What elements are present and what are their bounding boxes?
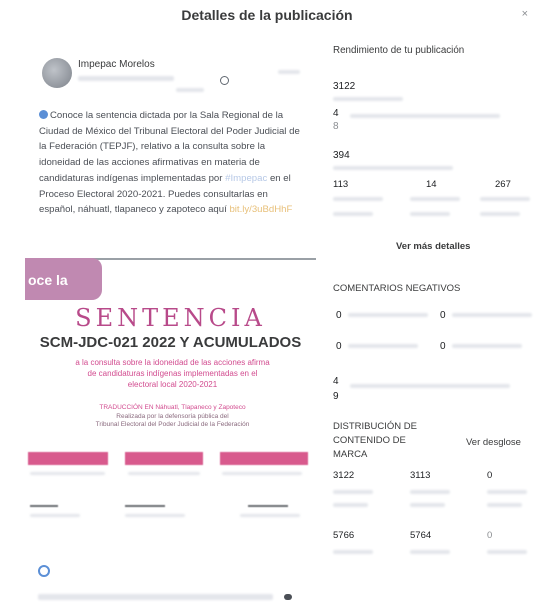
- interactions-sub-value: 8: [333, 121, 339, 132]
- share-icon[interactable]: [284, 594, 292, 600]
- negative-total-a: 4: [333, 376, 339, 387]
- branded-title-2: CONTENIDO DE: [333, 435, 406, 446]
- post-time-blurred: [176, 88, 204, 92]
- image-translation-2: Realizada por la defensoría pública del: [116, 413, 229, 420]
- negative-total-label-blurred: [350, 384, 510, 388]
- branded-label-blurred: [410, 490, 450, 494]
- negative-label-blurred: [452, 313, 532, 317]
- image-signature-line: [125, 505, 165, 507]
- branded-label-blurred: [487, 490, 527, 494]
- reaction-icon[interactable]: [38, 565, 50, 577]
- image-signature-line: [30, 505, 58, 507]
- stat-row-label-blurred: [480, 212, 520, 216]
- image-pill-banner: oce la: [25, 258, 102, 300]
- clicks-label-blurred: [333, 166, 453, 170]
- branded-label-blurred: [487, 550, 527, 554]
- image-blurred-text: [222, 472, 302, 475]
- stat-row-label-blurred: [333, 197, 383, 201]
- branded-label-blurred: [487, 503, 522, 507]
- image-blurred-text: [125, 514, 185, 517]
- post-link[interactable]: bit.ly/3uBdHhF: [229, 204, 292, 215]
- branded-label-blurred: [333, 490, 373, 494]
- post-text: Conoce la sentencia dictada por la Sala …: [39, 108, 301, 218]
- image-language-bar: [125, 452, 203, 465]
- reactions-bar-blurred: [38, 594, 273, 600]
- post-image[interactable]: [25, 262, 316, 532]
- branded-title-3: MARCA: [333, 449, 368, 460]
- branded-label-blurred: [410, 550, 450, 554]
- stat-row-value-3: 267: [495, 179, 511, 190]
- dialog-title: Detalles de la publicación: [181, 7, 353, 23]
- stat-row-label-blurred: [480, 197, 530, 201]
- stat-row-label-blurred: [410, 197, 460, 201]
- image-blurred-text: [30, 514, 80, 517]
- image-line-3: electoral local 2020-2021: [127, 380, 218, 389]
- negative-value: 0: [336, 310, 342, 321]
- interactions-label-blurred: [350, 114, 500, 118]
- stat-row-label-blurred: [410, 212, 450, 216]
- negative-value: 0: [440, 310, 446, 321]
- branded-title-1: DISTRIBUCIÓN DE: [333, 421, 417, 432]
- image-blurred-text: [240, 514, 300, 517]
- info-icon: [39, 110, 48, 119]
- hashtag-link[interactable]: #Impepac: [225, 173, 267, 184]
- image-signature-line: [248, 505, 288, 507]
- image-case-number: SCM-JDC-021 2022 Y ACUMULADOS: [39, 334, 302, 351]
- more-details-link[interactable]: Ver más detalles: [396, 241, 470, 252]
- interactions-value: 4: [333, 108, 339, 119]
- stat-row-value-2: 14: [426, 179, 437, 190]
- avatar[interactable]: [42, 58, 72, 88]
- negative-label-blurred: [452, 344, 522, 348]
- branded-label-blurred: [333, 503, 368, 507]
- negative-label-blurred: [348, 313, 428, 317]
- negative-value: 0: [336, 341, 342, 352]
- reach-value: 3122: [333, 81, 356, 92]
- branded-value: 3113: [410, 470, 431, 481]
- privacy-icon: [220, 76, 229, 85]
- image-language-bar: [28, 452, 108, 465]
- branded-label-blurred: [410, 503, 445, 507]
- image-blurred-text: [30, 472, 105, 475]
- image-translation-3: Tribunal Electoral del Poder Judicial de…: [95, 421, 250, 428]
- negative-total-b: 9: [333, 391, 339, 402]
- pill-text: oce la: [28, 272, 68, 288]
- image-blurred-text: [128, 472, 200, 475]
- close-icon[interactable]: ×: [522, 8, 528, 20]
- image-line-2: de candidaturas indígenas implementadas …: [87, 369, 258, 378]
- post-author[interactable]: Impepac Morelos: [78, 59, 155, 70]
- performance-title: Rendimiento de tu publicación: [333, 45, 465, 56]
- negative-label-blurred: [348, 344, 418, 348]
- stat-row-value-1: 113: [333, 179, 349, 190]
- image-line-1: a la consulta sobre la idoneidad de las …: [75, 358, 270, 367]
- image-language-bar: [220, 452, 308, 465]
- post-options-blurred: [278, 70, 300, 74]
- reach-label-blurred: [333, 97, 403, 101]
- post-meta-blurred: [78, 76, 174, 81]
- branded-value: 0: [487, 530, 493, 541]
- branded-value: 5766: [333, 530, 355, 541]
- negative-value: 0: [440, 341, 446, 352]
- branded-value: 3122: [333, 470, 355, 481]
- branded-label-blurred: [333, 550, 373, 554]
- image-headline: SENTENCIA: [75, 304, 266, 332]
- branded-value: 0: [487, 470, 493, 481]
- branded-value: 5764: [410, 530, 432, 541]
- image-translation-1: TRADUCCIÓN EN Náhuatl, Tlapaneco y Zapot…: [99, 404, 246, 411]
- stat-row-label-blurred: [333, 212, 373, 216]
- clicks-value: 394: [333, 150, 350, 161]
- negative-feedback-title: COMENTARIOS NEGATIVOS: [333, 283, 461, 294]
- breakdown-link[interactable]: Ver desglose: [466, 437, 521, 448]
